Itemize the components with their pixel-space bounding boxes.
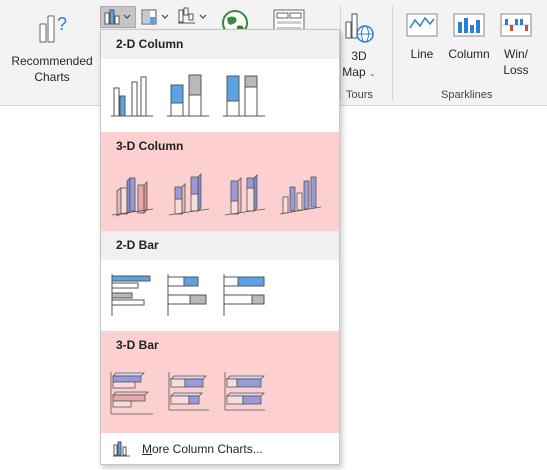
column-chart-menu: 2-D Column 3-D Column 2-D Bar 3-D Bar Mo… [100,29,340,465]
sparkline-line-icon [406,13,438,37]
sparkline-column-label: Column [448,47,490,61]
recommended-charts-icon: ? [39,14,67,43]
100-stacked-column-icon [223,75,265,117]
sparklines-group-label: Sparklines [441,89,493,101]
3d-100-stacked-bar-icon [224,372,265,411]
stacked-column-icon [167,74,209,117]
3d-map-button[interactable]: 3D Map ⌄ [338,6,380,86]
tours-group-label: Tours [346,89,373,101]
3d-100-stacked-column-icon [224,174,266,216]
3d-map-label-1: 3D [351,49,367,63]
sparkline-line-button[interactable]: Line [402,10,442,82]
hierarchy-chart-icon [141,9,169,25]
clustered-column-icon [111,76,153,117]
column-chart-icon [104,9,131,25]
3d-stacked-column-icon [168,173,210,216]
sparkline-line-label: Line [410,47,434,61]
waterfall-chart-dropdown-button[interactable] [176,6,212,28]
sparkline-column-icon [453,13,485,37]
3d-stacked-column-option[interactable] [165,171,211,217]
section-header-2d-bar: 2-D Bar [101,231,339,260]
section-header-3d-bar: 3-D Bar [101,331,339,360]
3d-100-stacked-column-option[interactable] [221,171,267,217]
sparkline-winloss-label-2: Loss [503,63,529,77]
section-2d-bar [101,260,339,331]
clustered-bar-option[interactable] [109,272,155,318]
100-stacked-bar-icon [223,274,265,316]
more-column-charts-item[interactable]: More Column Charts... [101,433,339,465]
more-column-charts-label: More Column Charts... [142,442,263,456]
3d-stacked-bar-option[interactable] [165,370,211,416]
section-header-3d-column: 3-D Column [101,132,339,161]
100-stacked-column-option[interactable] [221,73,267,119]
stacked-bar-icon [167,274,207,316]
column-chart-dropdown-button[interactable] [100,6,136,28]
section-2d-column [101,59,339,132]
sparkline-winloss-button[interactable]: Win/ Loss [496,10,536,82]
100-stacked-bar-option[interactable] [221,272,267,318]
recommended-charts-label-2: Charts [34,70,70,84]
sparkline-winloss-label-1: Win/ [504,47,528,61]
3d-clustered-bar-icon [110,372,153,415]
3d-clustered-column-icon [111,177,154,217]
3d-column-option[interactable] [277,171,323,217]
sparkline-column-button[interactable]: Column [444,10,494,82]
3d-stacked-bar-icon [168,372,209,411]
section-3d-column [101,161,339,231]
3d-clustered-column-option[interactable] [109,171,155,217]
stacked-column-option[interactable] [165,73,211,119]
hierarchy-chart-dropdown-button[interactable] [140,6,174,28]
stacked-bar-option[interactable] [165,272,211,318]
chevron-down-icon: ⌄ [368,69,376,78]
svg-text:?: ? [57,14,67,34]
more-charts-icon [113,441,130,457]
3d-map-label-2: Map ⌄ [342,65,376,79]
clustered-bar-icon [111,274,151,316]
clustered-column-option[interactable] [109,73,155,119]
3d-clustered-bar-option[interactable] [109,370,155,416]
sparkline-winloss-icon [500,13,532,37]
3d-map-icon [345,13,374,43]
group-separator [392,6,393,100]
3d-100-stacked-bar-option[interactable] [221,370,267,416]
recommended-charts-label-1: Recommended [11,54,93,68]
waterfall-chart-icon [178,7,207,24]
recommended-charts-button[interactable]: ? Recommended Charts [4,6,100,86]
section-header-2d-column: 2-D Column [101,30,339,59]
3d-column-icon [279,176,322,215]
section-3d-bar [101,360,339,433]
